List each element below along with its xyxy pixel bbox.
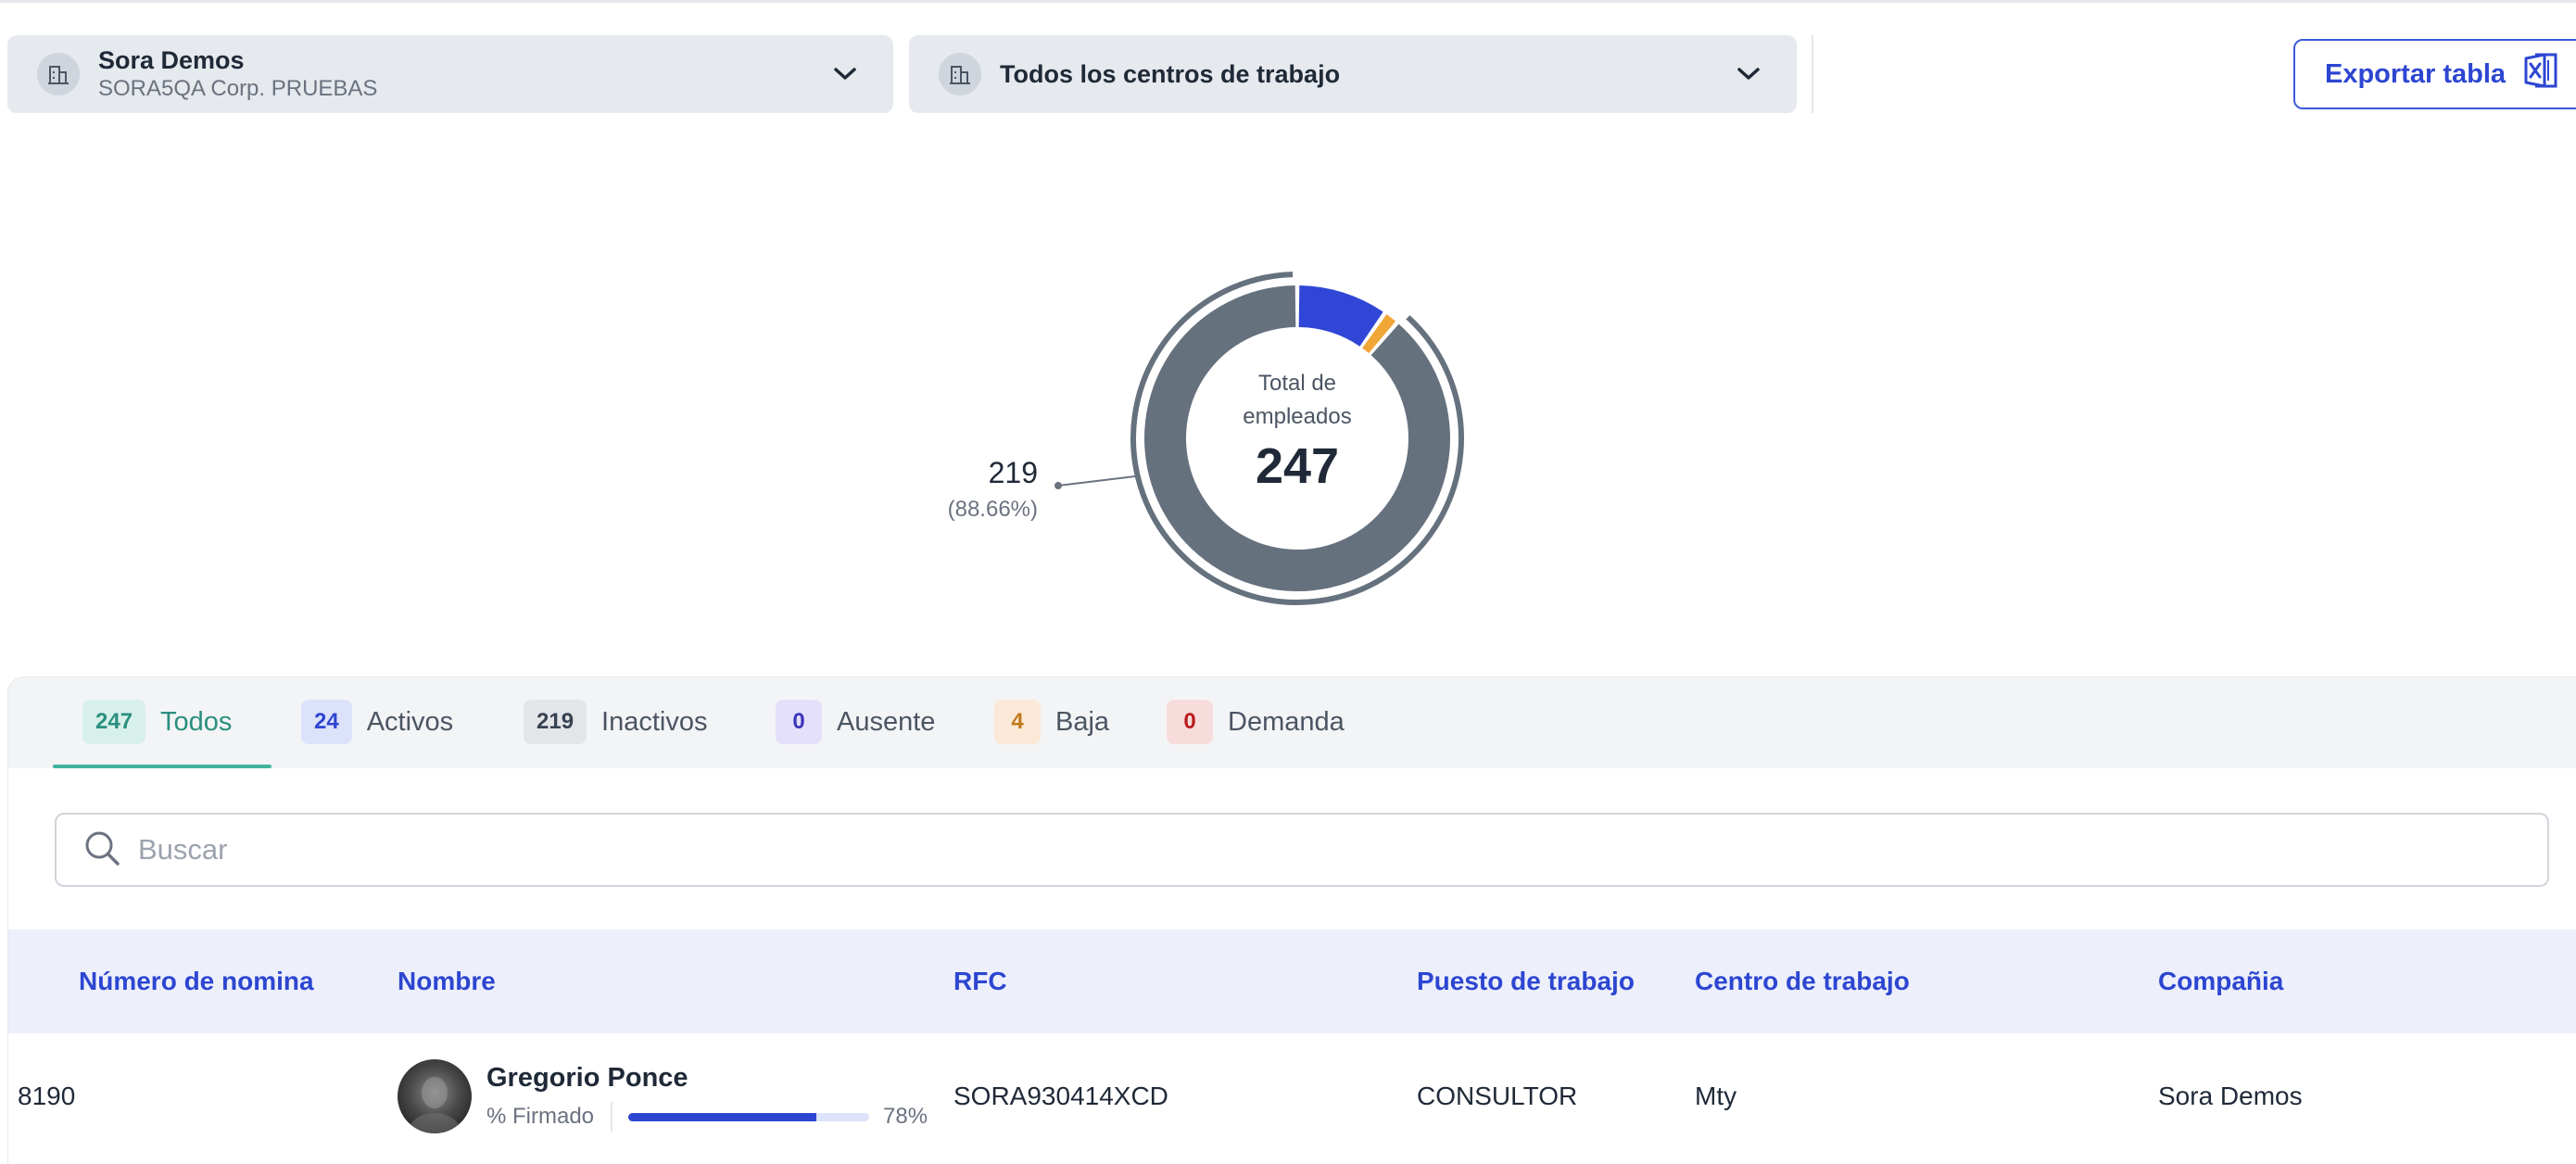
company-name: Sora Demos [98, 46, 245, 74]
top-divider [0, 0, 2576, 3]
tab-count-badge: 0 [776, 700, 822, 744]
work-center-name: Todos los centros de trabajo [1000, 60, 1341, 88]
excel-icon [2522, 49, 2561, 99]
active-tab-indicator [53, 765, 271, 768]
column-header-name[interactable]: Nombre [398, 967, 496, 996]
signed-progress-fill [628, 1113, 816, 1121]
toolbar-divider [1812, 35, 1813, 113]
donut-slice-inactivos[interactable] [1144, 285, 1450, 591]
signed-label: % Firmado [486, 1104, 595, 1129]
tab-label: Baja [1055, 707, 1110, 737]
employees-panel: 247 Todos 24 Activos 219 Inactivos 0 Aus… [7, 677, 2576, 1164]
cell-payroll: 8190 [18, 1082, 76, 1110]
signed-divider [611, 1102, 612, 1132]
chevron-down-icon [827, 56, 864, 93]
column-header-position[interactable]: Puesto de trabajo [1417, 967, 1635, 996]
tab-count-badge: 219 [524, 700, 587, 744]
employee-name[interactable]: Gregorio Ponce [486, 1063, 688, 1094]
status-tabs: 247 Todos 24 Activos 219 Inactivos 0 Aus… [8, 677, 2576, 768]
tab-baja[interactable]: 4 Baja [994, 700, 1109, 766]
cell-rfc: SORA930414XCD [953, 1082, 1168, 1110]
column-header-company[interactable]: Compañia [2158, 967, 2283, 996]
table-header: Número de nomina Nombre RFC Puesto de tr… [8, 930, 2576, 1033]
page: Sora Demos SORA5QA Corp. PRUEBAS Todos l… [0, 0, 2576, 1164]
signed-progress-bar [628, 1113, 869, 1121]
column-header-work-center[interactable]: Centro de trabajo [1695, 967, 1910, 996]
cell-company: Sora Demos [2158, 1082, 2303, 1110]
tab-label: Inactivos [601, 707, 708, 737]
cell-position: CONSULTOR [1417, 1082, 1578, 1110]
signed-percent: 78% [883, 1104, 928, 1129]
tab-label: Todos [160, 707, 233, 737]
chevron-down-icon [1730, 56, 1767, 93]
table-row[interactable]: 8190 Gregorio Ponce % Firmado 78% SORA93… [8, 1033, 2576, 1163]
export-table-button[interactable]: Exportar tabla [2293, 39, 2576, 109]
tab-label: Ausente [837, 707, 936, 737]
company-subtitle: SORA5QA Corp. PRUEBAS [98, 76, 378, 101]
tab-label: Demanda [1228, 707, 1345, 737]
employees-donut-chart [1130, 272, 1464, 605]
building-icon [37, 53, 80, 95]
export-label: Exportar tabla [2325, 58, 2506, 89]
search-icon [82, 829, 121, 872]
column-header-payroll[interactable]: Número de nomina [79, 967, 314, 996]
search-input[interactable] [138, 833, 2455, 867]
tab-count-badge: 0 [1167, 700, 1213, 744]
tab-count-badge: 247 [82, 700, 146, 744]
tab-count-badge: 24 [301, 700, 352, 744]
cell-work-center: Mty [1695, 1082, 1737, 1110]
tab-activos[interactable]: 24 Activos [301, 700, 453, 766]
search-box[interactable] [55, 813, 2549, 887]
callout-percent: (88.66%) [947, 497, 1038, 522]
tab-demanda[interactable]: 0 Demanda [1167, 700, 1345, 766]
avatar [398, 1059, 472, 1133]
column-header-rfc[interactable]: RFC [953, 967, 1007, 996]
tab-label: Activos [366, 707, 454, 737]
tab-todos[interactable]: 247 Todos [82, 700, 232, 766]
callout-value: 219 [988, 456, 1038, 489]
tab-count-badge: 4 [994, 700, 1041, 744]
tab-inactivos[interactable]: 219 Inactivos [524, 700, 708, 766]
building-icon [939, 53, 981, 95]
tab-ausente[interactable]: 0 Ausente [776, 700, 935, 766]
company-selector[interactable]: Sora Demos SORA5QA Corp. PRUEBAS [7, 35, 893, 113]
work-center-selector[interactable]: Todos los centros de trabajo [909, 35, 1797, 113]
